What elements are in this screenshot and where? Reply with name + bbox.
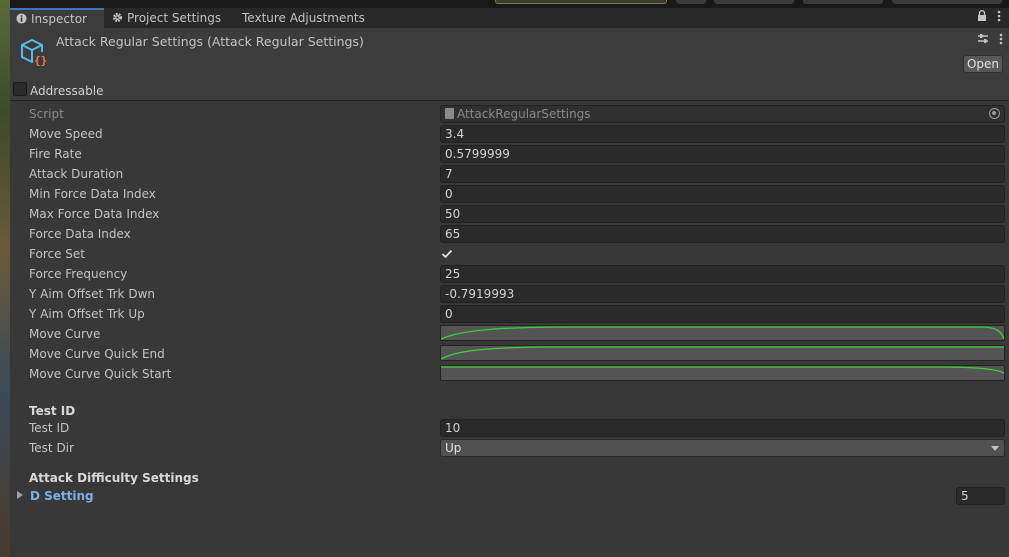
force-data-index-input[interactable]: 65 bbox=[440, 225, 1005, 243]
preset-icon[interactable] bbox=[977, 33, 989, 45]
field-move-curve: Move Curve bbox=[10, 324, 1009, 344]
field-label: Move Curve Quick Start bbox=[29, 367, 172, 381]
open-button[interactable]: Open bbox=[963, 55, 1003, 73]
field-label: Min Force Data Index bbox=[29, 187, 156, 201]
section-header-test-id: Test ID bbox=[29, 404, 76, 418]
kebab-menu-icon[interactable] bbox=[997, 10, 1001, 26]
field-label: Attack Duration bbox=[29, 167, 124, 181]
field-test-dir: Test Dir Up bbox=[10, 438, 1009, 458]
inspector-header: {} Attack Regular Settings (Attack Regul… bbox=[10, 28, 1009, 80]
tab-texture-adjustments[interactable]: Texture Adjustments bbox=[236, 8, 371, 28]
foldout-d-setting[interactable]: D Setting 5 bbox=[10, 486, 1009, 506]
toolbar-button[interactable] bbox=[803, 0, 883, 4]
header-actions bbox=[977, 33, 1003, 48]
dropdown-value: Up bbox=[445, 441, 462, 455]
field-attack-duration: Attack Duration 7 bbox=[10, 164, 1009, 184]
toolbar-button[interactable] bbox=[714, 0, 794, 4]
test-id-input[interactable]: 10 bbox=[440, 419, 1005, 437]
addressable-label: Addressable bbox=[30, 84, 104, 98]
force-set-checkbox[interactable] bbox=[440, 247, 454, 261]
field-force-frequency: Force Frequency 25 bbox=[10, 264, 1009, 284]
move-curve-field[interactable] bbox=[440, 325, 1005, 341]
inspector-panel: Inspector Project Settings Texture Adjus… bbox=[10, 8, 1009, 557]
field-label: Force Data Index bbox=[29, 227, 131, 241]
move-curve-quick-start-field[interactable] bbox=[440, 365, 1005, 381]
test-dir-dropdown[interactable]: Up bbox=[440, 439, 1005, 457]
field-label: Fire Rate bbox=[29, 147, 82, 161]
field-move-curve-quick-start: Move Curve Quick Start bbox=[10, 364, 1009, 384]
inspector-title: Attack Regular Settings (Attack Regular … bbox=[56, 34, 364, 49]
min-force-data-index-input[interactable]: 0 bbox=[440, 185, 1005, 203]
field-label: Test ID bbox=[29, 421, 70, 435]
field-label: Force Set bbox=[29, 247, 85, 261]
foldout-arrow-icon[interactable] bbox=[17, 491, 23, 499]
field-move-speed: Move Speed 3.4 bbox=[10, 124, 1009, 144]
field-label: Force Frequency bbox=[29, 267, 128, 281]
gear-icon bbox=[112, 12, 123, 23]
lock-icon[interactable] bbox=[977, 10, 987, 26]
field-label: Move Speed bbox=[29, 127, 103, 141]
field-fire-rate: Fire Rate 0.5799999 bbox=[10, 144, 1009, 164]
object-picker-icon[interactable] bbox=[989, 108, 1000, 119]
field-label: Y Aim Offset Trk Up bbox=[29, 307, 145, 321]
script-icon bbox=[445, 108, 454, 119]
field-label: Test Dir bbox=[29, 441, 74, 455]
field-force-data-index: Force Data Index 65 bbox=[10, 224, 1009, 244]
array-size-input[interactable]: 5 bbox=[956, 487, 1005, 505]
field-label: Move Curve Quick End bbox=[29, 347, 165, 361]
tab-label: Inspector bbox=[31, 12, 87, 26]
tab-project-settings[interactable]: Project Settings bbox=[106, 8, 227, 28]
editor-toolbar bbox=[10, 0, 1009, 8]
tab-label: Texture Adjustments bbox=[242, 11, 365, 25]
curve-preview bbox=[441, 366, 1004, 374]
tab-inspector[interactable]: Inspector bbox=[10, 8, 104, 28]
field-max-force-data-index: Max Force Data Index 50 bbox=[10, 204, 1009, 224]
scriptable-object-icon: {} bbox=[21, 38, 47, 67]
chevron-down-icon bbox=[991, 446, 999, 451]
y-aim-offset-trk-dwn-input[interactable]: -0.7919993 bbox=[440, 285, 1005, 303]
field-min-force-data-index: Min Force Data Index 0 bbox=[10, 184, 1009, 204]
attack-duration-input[interactable]: 7 bbox=[440, 165, 1005, 183]
field-test-id: Test ID 10 bbox=[10, 418, 1009, 438]
tab-bar: Inspector Project Settings Texture Adjus… bbox=[10, 8, 1009, 28]
foldout-label[interactable]: D Setting bbox=[30, 489, 94, 503]
move-speed-input[interactable]: 3.4 bbox=[440, 125, 1005, 143]
field-label: Y Aim Offset Trk Dwn bbox=[29, 287, 155, 301]
field-value: AttackRegularSettings bbox=[457, 107, 591, 121]
checkmark-icon bbox=[441, 249, 453, 259]
info-icon bbox=[16, 13, 27, 24]
field-script: Script AttackRegularSettings bbox=[10, 104, 1009, 124]
field-move-curve-quick-end: Move Curve Quick End bbox=[10, 344, 1009, 364]
field-y-aim-offset-trk-dwn: Y Aim Offset Trk Dwn -0.7919993 bbox=[10, 284, 1009, 304]
field-label: Move Curve bbox=[29, 327, 101, 341]
curve-preview bbox=[441, 346, 1004, 360]
scene-view-edge bbox=[0, 0, 10, 557]
inspector-content: Script AttackRegularSettings Move Speed … bbox=[10, 102, 1009, 557]
force-frequency-input[interactable]: 25 bbox=[440, 265, 1005, 283]
toolbar-button[interactable] bbox=[676, 0, 706, 4]
move-curve-quick-end-field[interactable] bbox=[440, 345, 1005, 361]
addressable-row: Addressable bbox=[10, 80, 1009, 101]
svg-text:{}: {} bbox=[34, 54, 47, 67]
field-y-aim-offset-trk-up: Y Aim Offset Trk Up 0 bbox=[10, 304, 1009, 324]
field-label: Max Force Data Index bbox=[29, 207, 160, 221]
fire-rate-input[interactable]: 0.5799999 bbox=[440, 145, 1005, 163]
y-aim-offset-trk-up-input[interactable]: 0 bbox=[440, 305, 1005, 323]
toolbar-button[interactable] bbox=[892, 0, 1002, 4]
tab-label: Project Settings bbox=[127, 11, 222, 25]
script-object-field[interactable]: AttackRegularSettings bbox=[440, 105, 1005, 123]
toolbar-field[interactable] bbox=[495, 0, 667, 4]
curve-preview bbox=[441, 326, 1004, 340]
addressable-checkbox[interactable] bbox=[13, 82, 27, 96]
field-force-set: Force Set bbox=[10, 244, 1009, 264]
field-label: Script bbox=[29, 107, 64, 121]
max-force-data-index-input[interactable]: 50 bbox=[440, 205, 1005, 223]
kebab-menu-icon[interactable] bbox=[999, 33, 1003, 45]
section-header-attack-difficulty: Attack Difficulty Settings bbox=[29, 471, 199, 485]
